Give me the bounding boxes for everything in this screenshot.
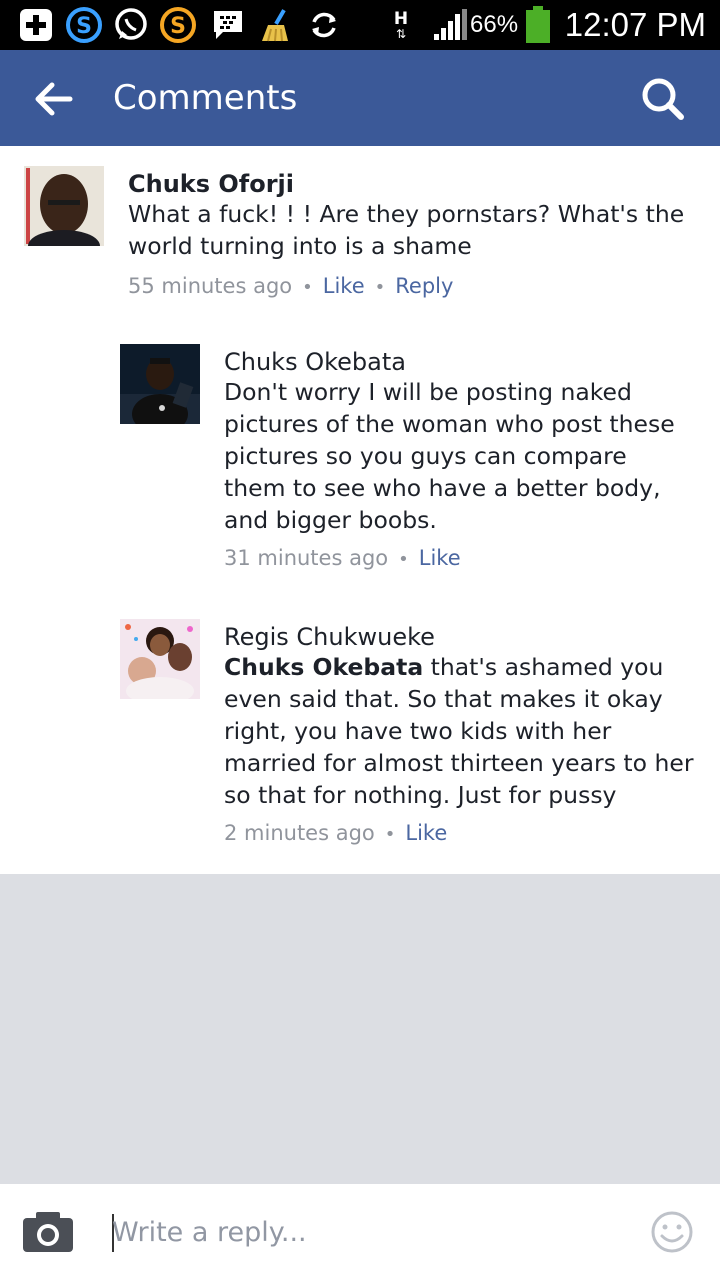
clock: 12:07 PM: [564, 6, 706, 43]
s-app-icon: S: [160, 7, 196, 43]
avatar[interactable]: [120, 344, 200, 424]
comment-list: Chuks Oforji What a fuck! ! ! Are they p…: [0, 146, 720, 874]
network-type: H ⇅: [393, 8, 409, 41]
battery-icon: [524, 6, 552, 44]
comment-meta: 31 minutes ago • Like: [224, 546, 461, 570]
battery-percent: 66%: [470, 11, 519, 38]
search-button[interactable]: [640, 76, 686, 122]
comment-time: 55 minutes ago: [128, 274, 293, 298]
comment-time: 2 minutes ago: [224, 821, 375, 845]
status-bar: S S H ⇅ 66% 12:07 PM: [0, 0, 720, 50]
avatar[interactable]: [120, 619, 200, 699]
comment-text: Chuks Okebata that's ashamed you even sa…: [224, 651, 694, 811]
bbm-icon: [210, 8, 246, 42]
app-bar: Comments: [0, 50, 720, 146]
svg-text:S: S: [170, 14, 186, 39]
comment-text: What a fuck! ! ! Are they pornstars? Wha…: [128, 200, 685, 260]
comment-author[interactable]: Chuks Oforji: [128, 168, 294, 200]
whatsapp-icon: [112, 8, 150, 42]
reply-input[interactable]: [112, 1208, 632, 1256]
avatar[interactable]: [24, 166, 104, 246]
signal-icon: [432, 8, 468, 42]
back-arrow-icon: [35, 82, 73, 116]
comment-time: 31 minutes ago: [224, 546, 389, 570]
reply-composer: [0, 1184, 720, 1280]
reply-link[interactable]: Reply: [395, 274, 453, 298]
comment-meta: 55 minutes ago • Like • Reply: [128, 274, 454, 298]
page-title: Comments: [113, 78, 298, 118]
skype-icon: S: [66, 7, 102, 43]
camera-button[interactable]: [22, 1210, 74, 1254]
like-link[interactable]: Like: [419, 546, 461, 570]
comment-author[interactable]: Regis Chukwueke: [224, 621, 435, 653]
empty-area: [0, 874, 720, 1184]
sync-icon: [306, 8, 342, 42]
camera-icon: [23, 1212, 73, 1252]
emoji-button[interactable]: [650, 1210, 694, 1254]
mention-link[interactable]: Chuks Okebata: [224, 653, 423, 681]
svg-text:S: S: [76, 14, 92, 39]
search-icon: [642, 78, 684, 120]
cleaner-icon: [258, 8, 294, 42]
comment-meta: 2 minutes ago • Like: [224, 821, 448, 845]
comment-text: Don't worry I will be posting naked pict…: [224, 378, 675, 534]
emoji-icon: [651, 1211, 693, 1253]
comment-author[interactable]: Chuks Okebata: [224, 346, 406, 378]
like-link[interactable]: Like: [405, 821, 447, 845]
network-label: H: [393, 8, 409, 29]
plus-icon: [18, 8, 54, 42]
like-link[interactable]: Like: [323, 274, 365, 298]
back-button[interactable]: [30, 76, 76, 122]
